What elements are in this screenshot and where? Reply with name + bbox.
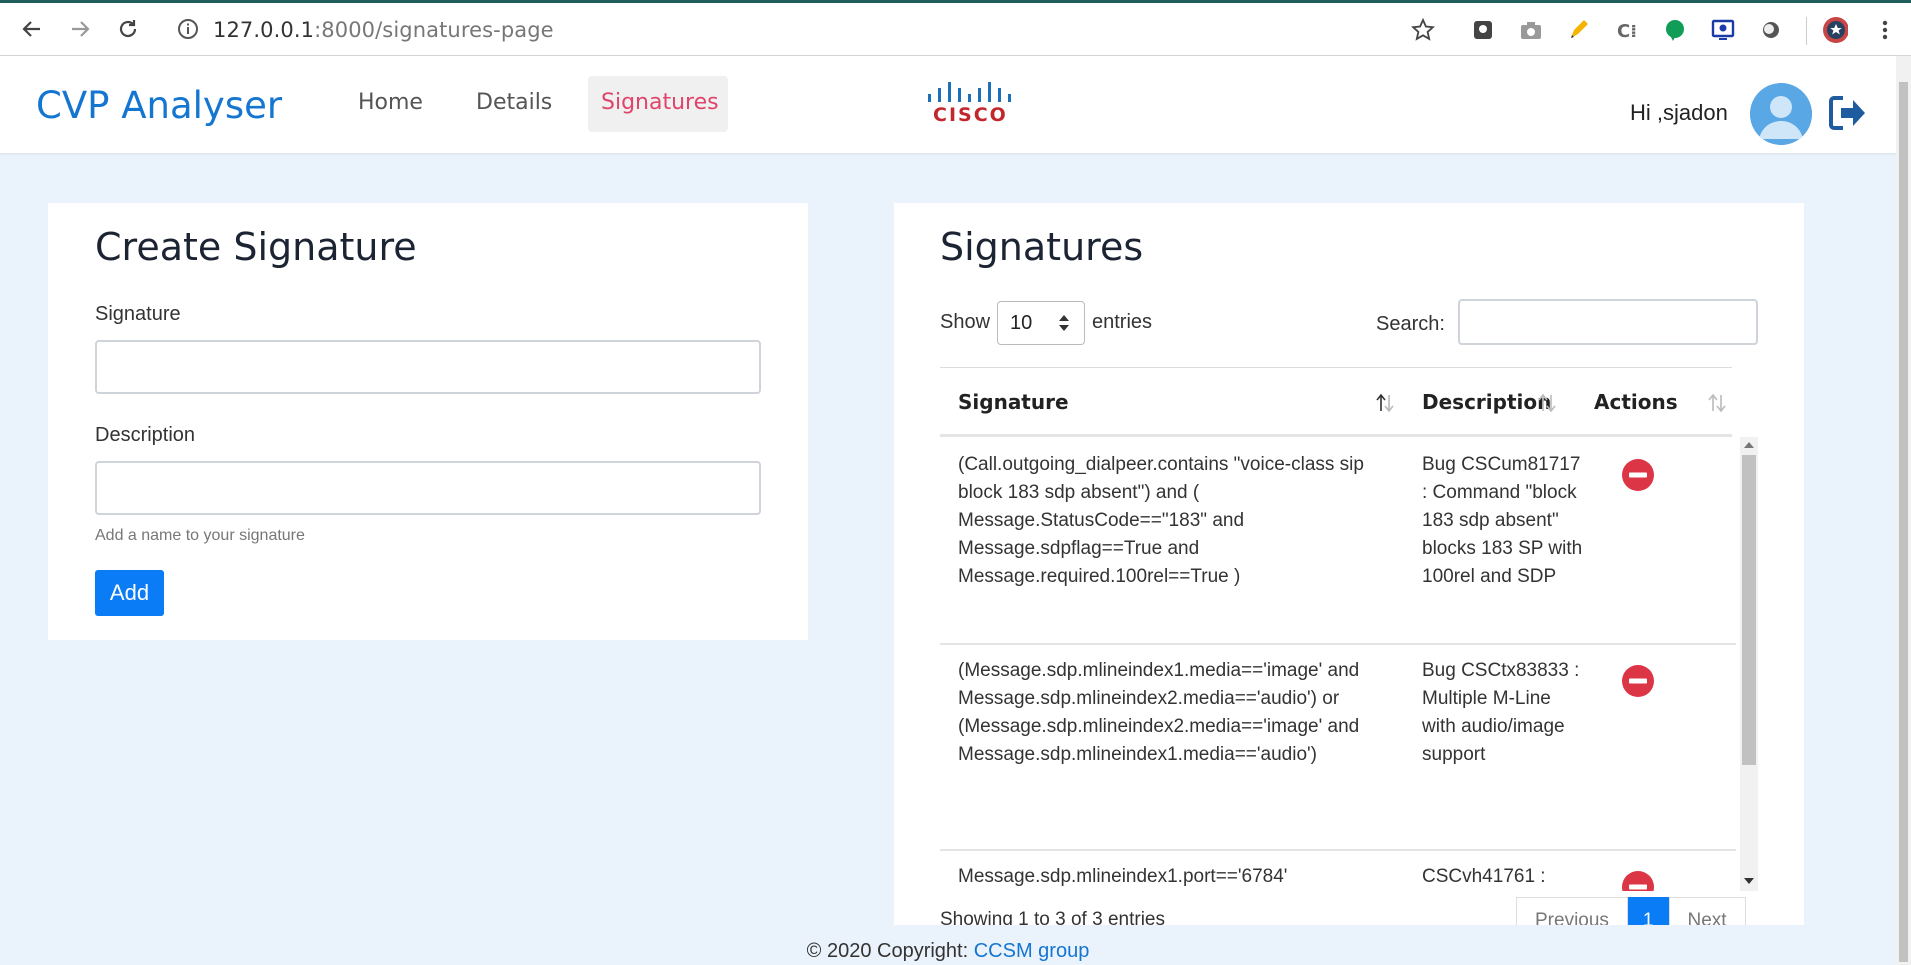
footer-text: © 2020 Copyright: CCSM group	[0, 940, 1896, 963]
sort-icon[interactable]	[1374, 391, 1396, 415]
table-top-border	[940, 367, 1732, 368]
description-input[interactable]	[95, 461, 761, 515]
entries-value: 10	[1010, 312, 1033, 334]
forward-arrow-icon[interactable]	[66, 15, 94, 43]
profile-icon[interactable]	[1822, 17, 1848, 43]
table-row: (Call.outgoing_dialpeer.contains "voice-…	[940, 437, 1736, 645]
page-scrollbar[interactable]	[1896, 56, 1911, 965]
browser-toolbar: 127.0.0.1:8000/signatures-page C⁞	[0, 0, 1911, 56]
svg-text:C⁞: C⁞	[1617, 21, 1637, 42]
pagination-page[interactable]: 1	[1627, 897, 1669, 928]
row-signature: (Call.outgoing_dialpeer.contains "voice-…	[958, 454, 1364, 587]
reload-icon[interactable]	[114, 15, 142, 43]
signatures-title: Signatures	[940, 225, 1144, 269]
signature-label: Signature	[95, 303, 181, 325]
chat-extension-icon[interactable]	[1662, 17, 1688, 43]
pencil-extension-icon[interactable]	[1566, 17, 1592, 43]
brand-title[interactable]: CVP Analyser	[36, 84, 282, 127]
nav-details[interactable]: Details	[476, 90, 552, 115]
table-scroll-body[interactable]: (Call.outgoing_dialpeer.contains "voice-…	[940, 437, 1758, 891]
table-row: (Message.sdp.mlineindex1.media=='image' …	[940, 643, 1736, 851]
row-signature: (Message.sdp.mlineindex1.media=='image' …	[958, 660, 1360, 765]
nav-home[interactable]: Home	[358, 90, 423, 115]
back-arrow-icon[interactable]	[18, 15, 46, 43]
pagination-previous[interactable]: Previous	[1516, 897, 1628, 928]
screen-extension-icon[interactable]	[1710, 17, 1736, 43]
add-button[interactable]: Add	[95, 570, 164, 616]
css-extension-icon[interactable]: C⁞	[1614, 17, 1640, 43]
row-description: CSCvh41761 :	[1422, 866, 1546, 887]
column-header-description[interactable]: Description	[1422, 390, 1551, 414]
create-signature-card: Create Signature Signature Description A…	[48, 203, 808, 640]
remove-circle-icon[interactable]	[1622, 665, 1654, 697]
footer: © 2020 Copyright: CCSM group	[0, 925, 1896, 965]
footer-link[interactable]: CCSM group	[974, 940, 1090, 962]
pagination-next[interactable]: Next	[1668, 897, 1746, 928]
sort-icon[interactable]	[1536, 391, 1558, 415]
bulb-extension-icon[interactable]	[1470, 17, 1496, 43]
entries-label: entries	[1092, 311, 1153, 333]
row-signature: Message.sdp.mlineindex1.port=='6784'	[958, 866, 1288, 887]
create-signature-title: Create Signature	[95, 225, 417, 269]
column-header-signature[interactable]: Signature	[958, 390, 1069, 414]
signature-help-text: Add a name to your signature	[95, 527, 305, 544]
pagination: Previous 1 Next	[1516, 897, 1746, 928]
entries-select[interactable]: 10	[997, 301, 1085, 345]
user-greeting: Hi ,sjadon	[1630, 100, 1728, 125]
nav-signatures[interactable]: Signatures	[601, 90, 719, 115]
browser-menu-icon[interactable]	[1872, 17, 1898, 43]
select-caret-icon	[1059, 315, 1069, 331]
footer-copyright: © 2020 Copyright:	[806, 940, 969, 962]
search-label: Search:	[1376, 313, 1445, 335]
url-path: :8000/signatures-page	[314, 18, 554, 42]
search-input[interactable]	[1458, 299, 1758, 345]
circle-extension-icon[interactable]	[1758, 17, 1784, 43]
show-label: Show	[940, 311, 991, 333]
user-avatar-icon[interactable]	[1750, 83, 1812, 145]
page-scrollbar-thumb[interactable]	[1899, 82, 1908, 962]
row-description: Bug CSCum81717 : Command "block 183 sdp …	[1422, 454, 1583, 587]
cisco-logo-text: CISCO	[933, 104, 1008, 126]
table-scrollbar-thumb[interactable]	[1742, 455, 1756, 765]
signature-input[interactable]	[95, 340, 761, 394]
url-host: 127.0.0.1	[213, 18, 315, 42]
star-icon[interactable]	[1410, 17, 1436, 43]
description-label: Description	[95, 424, 196, 446]
cisco-logo: CISCO	[923, 78, 1013, 128]
scroll-up-icon[interactable]	[1744, 441, 1754, 449]
signatures-card: Signatures Show 10 entries Search: Signa…	[894, 203, 1804, 928]
table-row: Message.sdp.mlineindex1.port=='6784' CSC…	[940, 849, 1736, 891]
sort-icon[interactable]	[1706, 391, 1728, 415]
info-icon[interactable]	[176, 17, 200, 41]
logout-icon[interactable]	[1826, 92, 1868, 134]
row-description: Bug CSCtx83833 : Multiple M-Line with au…	[1422, 660, 1580, 765]
scroll-down-icon[interactable]	[1744, 877, 1754, 885]
column-header-actions[interactable]: Actions	[1594, 390, 1678, 414]
camera-extension-icon[interactable]	[1518, 17, 1544, 43]
remove-circle-icon[interactable]	[1622, 871, 1654, 891]
table-scrollbar[interactable]	[1740, 437, 1758, 891]
address-bar[interactable]: 127.0.0.1:8000/signatures-page	[213, 18, 554, 42]
remove-circle-icon[interactable]	[1622, 459, 1654, 491]
app-navbar: CVP Analyser Home Details Signatures CIS…	[0, 56, 1896, 153]
toolbar-divider	[1806, 17, 1807, 45]
